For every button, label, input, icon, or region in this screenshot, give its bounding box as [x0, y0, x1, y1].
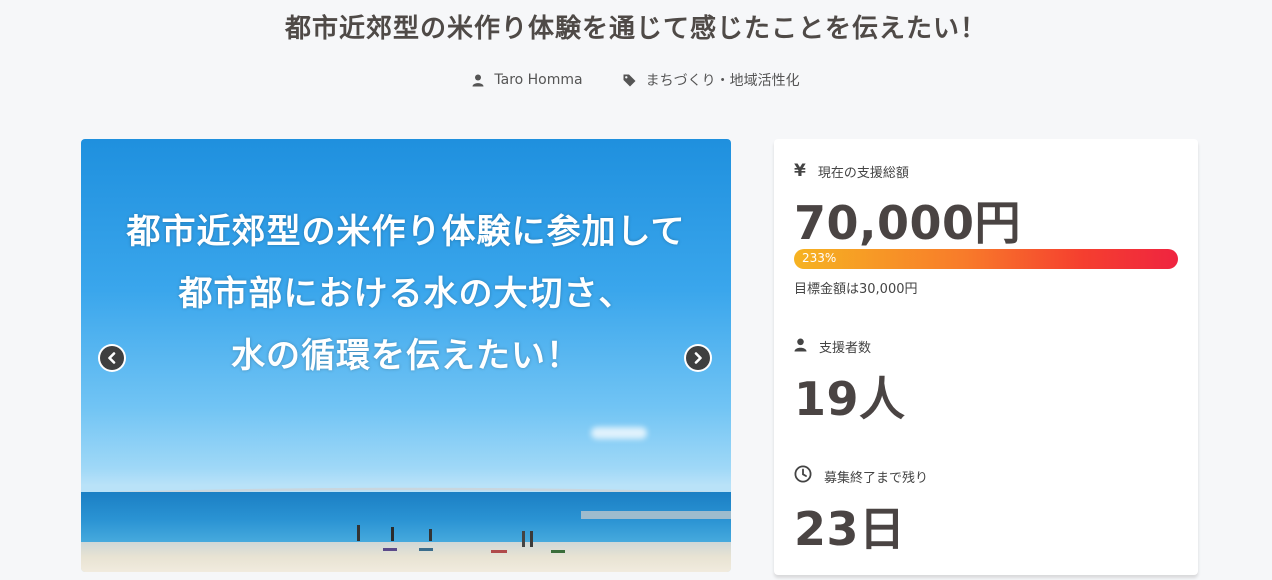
cloud: [591, 427, 647, 439]
page-title: 都市近郊型の米作り体験を通じて感じたことを伝えたい！: [284, 14, 987, 44]
total-amount-label-row: ¥ 現在の支援総額: [794, 161, 909, 181]
goal-amount: 目標金額は30,000円: [794, 282, 918, 297]
remaining-label-row: 募集終了まで残り: [794, 465, 928, 487]
category-link[interactable]: まちづくり・地域活性化: [646, 70, 800, 90]
remaining-label: 募集終了まで残り: [824, 470, 929, 486]
user-icon: [472, 74, 484, 87]
chevron-right-circle-icon: [686, 346, 710, 370]
total-amount-value: 70,000円: [794, 196, 1022, 250]
hero-caption-line-1: 都市近郊型の米作り体験に参加して: [126, 212, 686, 252]
hero-image-carousel[interactable]: 都市近郊型の米作り体験に参加して 都市部における水の大切さ、 水の循環を伝えたい…: [81, 139, 731, 572]
backers-value: 19人: [794, 372, 906, 426]
hero-caption-line-3: 水の循環を伝えたい！: [231, 336, 581, 376]
tag-icon: [623, 74, 636, 87]
funding-stats-panel: ¥ 現在の支援総額 70,000円 233% 目標金額は30,000円 支援者数…: [774, 139, 1198, 575]
progress-percent: 233%: [802, 251, 837, 265]
chevron-left-circle-icon: [100, 346, 124, 370]
carousel-prev-button[interactable]: [98, 344, 126, 372]
backers-label: 支援者数: [819, 341, 872, 356]
hero-caption: 都市近郊型の米作り体験に参加して 都市部における水の大切さ、 水の循環を伝えたい…: [81, 201, 731, 387]
user-icon: [794, 338, 807, 356]
yen-icon: ¥: [794, 161, 806, 181]
backers-label-row: 支援者数: [794, 337, 871, 356]
pier: [581, 511, 731, 519]
clock-icon: [794, 465, 812, 487]
beach-people: [357, 525, 565, 553]
hero-caption-line-2: 都市部における水の大切さ、: [178, 274, 634, 314]
remaining-value: 23日: [794, 502, 906, 556]
author-link[interactable]: Taro Homma: [494, 72, 582, 88]
author-info: Taro Homma: [472, 70, 583, 90]
category-info: まちづくり・地域活性化: [623, 70, 800, 90]
project-meta: Taro Homma まちづくり・地域活性化: [0, 70, 1272, 90]
carousel-next-button[interactable]: [684, 344, 712, 372]
funding-progress-bar: 233%: [794, 249, 1178, 269]
total-amount-label: 現在の支援総額: [817, 165, 909, 181]
